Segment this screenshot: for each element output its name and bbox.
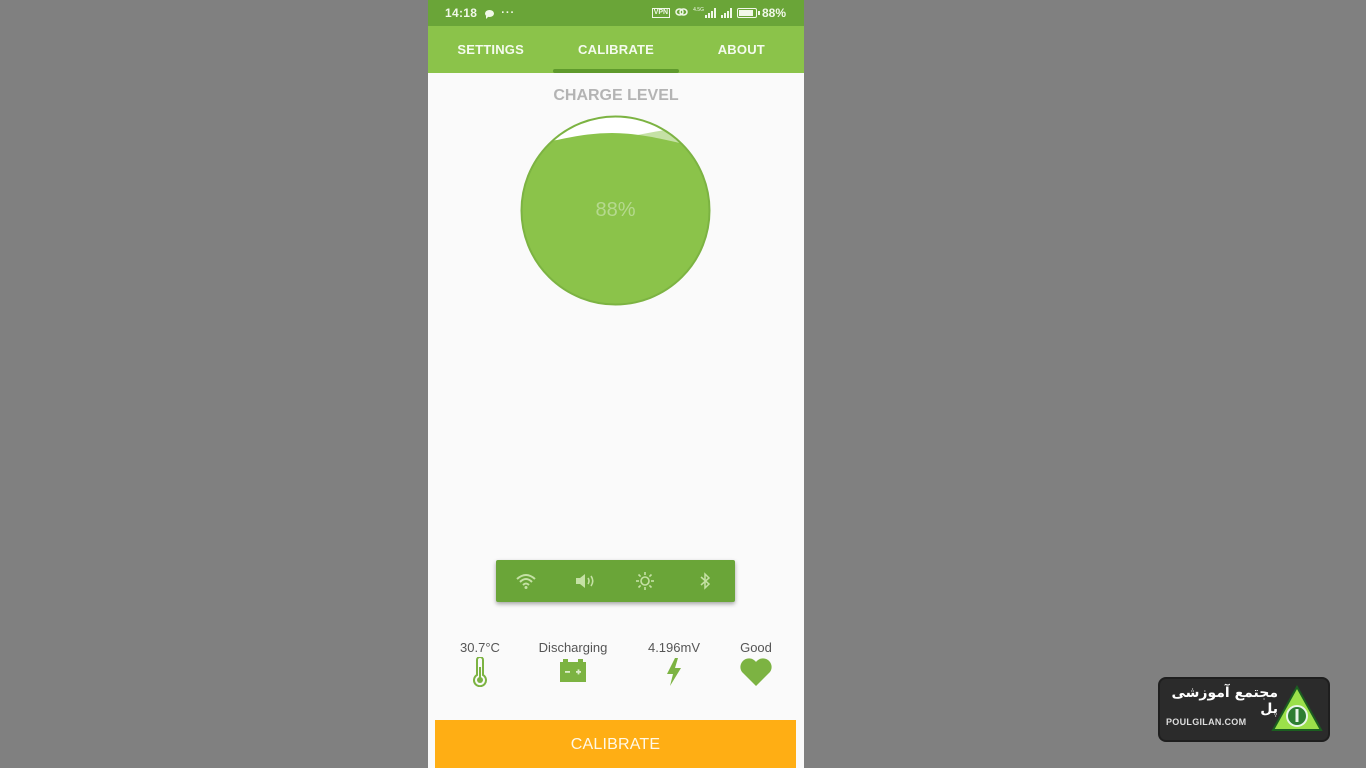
lightning-icon <box>667 658 681 686</box>
charge-gauge: 88% <box>520 115 711 306</box>
calibrate-button[interactable]: CALIBRATE <box>435 720 796 768</box>
stat-health: Good <box>711 639 801 687</box>
tab-bar: SETTINGS CALIBRATE ABOUT <box>428 26 804 73</box>
charge-level-title: CHARGE LEVEL <box>553 87 679 104</box>
stat-temperature: 30.7°C <box>435 639 525 687</box>
watermark-triangle-icon <box>1271 684 1323 731</box>
volume-icon <box>575 574 594 588</box>
thermometer-icon <box>473 657 487 687</box>
status-time: 14:18 <box>445 6 478 20</box>
signal-icon <box>720 8 732 18</box>
quick-toggles-bar <box>496 560 735 602</box>
heart-icon <box>740 658 772 686</box>
status-battery-percent: 88% <box>761 6 786 20</box>
more-dots-icon: ··· <box>501 7 516 19</box>
watermark-persian-text: مجتمع آموزشی پل <box>1171 685 1278 717</box>
phone-screen: 14:18 ··· VPN 4.5G 88% SETTINGS CALIBRAT… <box>428 0 804 768</box>
battery-terminal-icon <box>560 659 586 682</box>
message-icon <box>485 9 495 19</box>
link-icon <box>675 6 688 20</box>
battery-stats: 30.7°C Discharging 4.196mV Good <box>428 639 804 695</box>
charging-status-value: Discharging <box>538 640 608 655</box>
brightness-toggle[interactable] <box>630 566 660 596</box>
voltage-value: 4.196mV <box>647 640 701 655</box>
bluetooth-icon <box>700 572 711 590</box>
battery-icon <box>736 8 760 18</box>
tab-calibrate[interactable]: CALIBRATE <box>553 26 679 73</box>
sound-toggle[interactable] <box>571 566 601 596</box>
wifi-icon <box>516 574 536 589</box>
vpn-icon: VPN <box>651 8 671 18</box>
tab-settings[interactable]: SETTINGS <box>428 26 553 73</box>
watermark-logo: مجتمع آموزشی پل POULGILAN.COM <box>1160 679 1328 740</box>
temperature-value: 30.7°C <box>460 640 500 655</box>
bluetooth-toggle[interactable] <box>690 566 720 596</box>
tab-about[interactable]: ABOUT <box>679 26 804 73</box>
signal-4g-icon: 4.5G <box>693 8 716 18</box>
charge-percent-text: 88% <box>595 199 636 221</box>
stat-voltage: 4.196mV <box>629 639 719 687</box>
wifi-toggle[interactable] <box>511 566 541 596</box>
status-bar: 14:18 ··· VPN 4.5G 88% <box>428 0 804 26</box>
stat-charging-status: Discharging <box>528 639 618 683</box>
brightness-icon <box>636 572 655 590</box>
watermark-site-text: POULGILAN.COM <box>1166 717 1247 727</box>
health-value: Good <box>740 640 772 655</box>
